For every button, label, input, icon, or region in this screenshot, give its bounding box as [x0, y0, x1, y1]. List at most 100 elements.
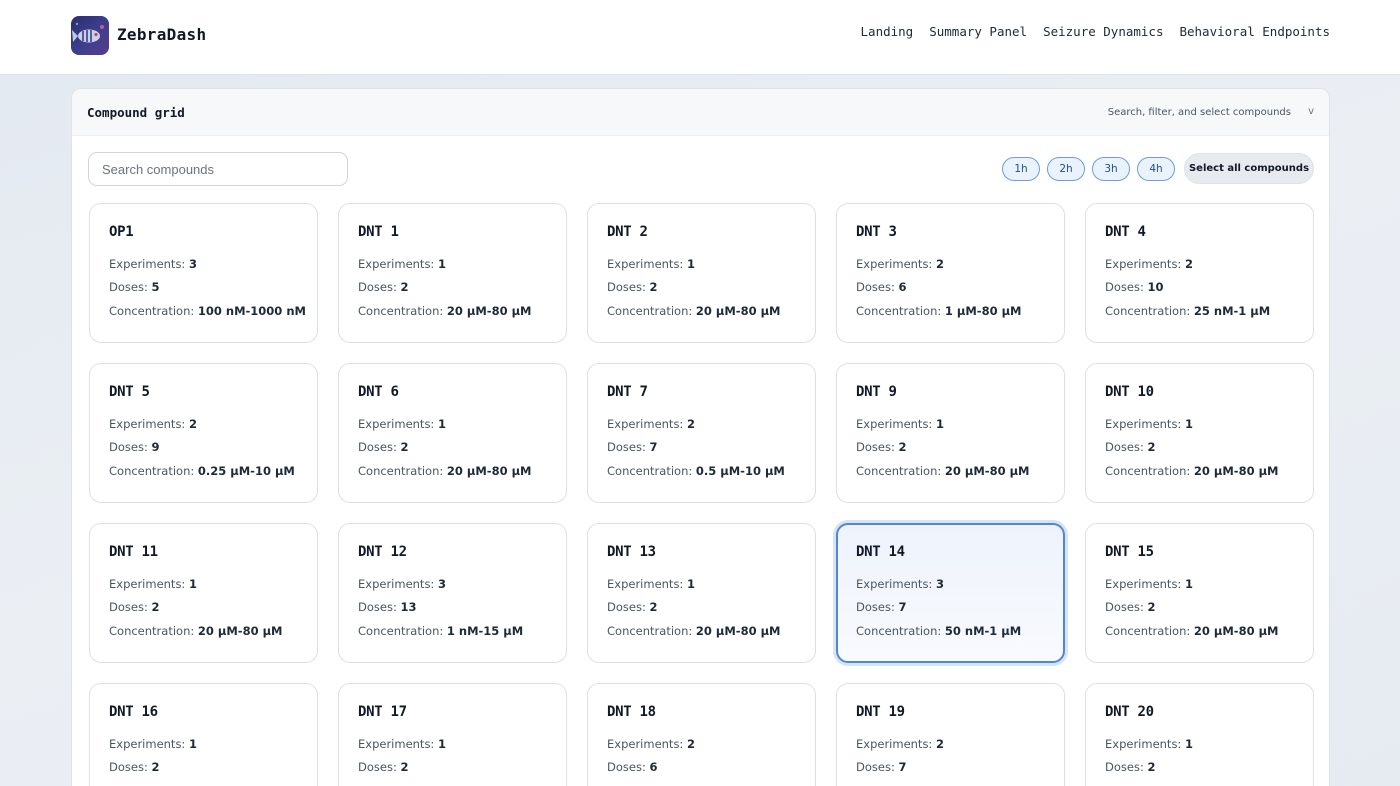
experiments-line: Experiments: 1: [607, 577, 796, 600]
concentration-line: Concentration: 100 nM-1000 nM: [109, 304, 306, 327]
compound-name: OP1: [109, 224, 134, 240]
concentration-label: Concentration:: [109, 463, 195, 478]
doses-value: 2: [400, 760, 409, 775]
doses-label: Doses:: [607, 440, 646, 455]
doses-label: Doses:: [856, 600, 895, 615]
compound-name: DNT 14: [856, 544, 905, 560]
compound-card[interactable]: DNT 9 Experiments: 1 Doses: 2 Concentrat…: [836, 363, 1065, 503]
time-filter-4h[interactable]: 4h: [1137, 157, 1175, 181]
doses-label: Doses:: [358, 600, 397, 615]
nav-link-landing[interactable]: Landing: [861, 24, 914, 39]
compound-card[interactable]: DNT 18 Experiments: 2 Doses: 6: [587, 683, 816, 786]
experiments-label: Experiments:: [607, 577, 684, 591]
experiments-line: Experiments: 1: [358, 417, 547, 440]
doses-label: Doses:: [607, 760, 646, 775]
experiments-value: 2: [1184, 257, 1193, 271]
panel-header[interactable]: Compound grid Search, filter, and select…: [72, 89, 1329, 136]
experiments-label: Experiments:: [856, 577, 933, 591]
concentration-value: 1 nM-15 µM: [446, 623, 524, 638]
experiments-value: 1: [188, 737, 197, 751]
compound-name: DNT 9: [856, 384, 897, 400]
doses-line: Doses: 9: [109, 440, 298, 463]
compound-card[interactable]: DNT 10 Experiments: 1 Doses: 2 Concentra…: [1085, 363, 1314, 503]
doses-label: Doses:: [358, 760, 397, 775]
experiments-value: 1: [437, 417, 446, 431]
nav-link-summary-panel[interactable]: Summary Panel: [929, 24, 1027, 39]
compound-card[interactable]: DNT 17 Experiments: 1 Doses: 2: [338, 683, 567, 786]
concentration-line: Concentration: 20 µM-80 µM: [1105, 624, 1294, 647]
doses-label: Doses:: [1105, 280, 1144, 295]
compound-card[interactable]: DNT 14 Experiments: 3 Doses: 7 Concentra…: [836, 523, 1065, 663]
compound-card[interactable]: DNT 4 Experiments: 2 Doses: 10 Concentra…: [1085, 203, 1314, 343]
compound-card[interactable]: DNT 16 Experiments: 1 Doses: 2: [89, 683, 318, 786]
time-filter-1h[interactable]: 1h: [1002, 157, 1040, 181]
compound-card[interactable]: OP1 Experiments: 3 Doses: 5 Concentratio…: [89, 203, 318, 343]
nav-link-behavioral-endpoints[interactable]: Behavioral Endpoints: [1179, 24, 1330, 39]
doses-line: Doses: 2: [358, 760, 547, 783]
experiments-line: Experiments: 1: [1105, 417, 1294, 440]
concentration-line: Concentration: 50 nM-1 µM: [856, 624, 1045, 647]
experiments-value: 3: [437, 577, 446, 591]
select-all-button[interactable]: Select all compounds: [1184, 153, 1314, 184]
compound-card[interactable]: DNT 12 Experiments: 3 Doses: 13 Concentr…: [338, 523, 567, 663]
concentration-label: Concentration:: [607, 623, 693, 638]
compound-name: DNT 10: [1105, 384, 1154, 400]
compound-card[interactable]: DNT 13 Experiments: 1 Doses: 2 Concentra…: [587, 523, 816, 663]
experiments-line: Experiments: 1: [1105, 737, 1294, 760]
experiments-label: Experiments:: [607, 417, 684, 431]
concentration-value: 1 µM-80 µM: [944, 303, 1022, 318]
experiments-line: Experiments: 1: [358, 737, 547, 760]
compound-card[interactable]: DNT 3 Experiments: 2 Doses: 6 Concentrat…: [836, 203, 1065, 343]
doses-value: 2: [1147, 600, 1156, 615]
time-filter-3h[interactable]: 3h: [1092, 157, 1130, 181]
chevron-down-icon[interactable]: v: [1308, 106, 1314, 117]
compound-card[interactable]: DNT 2 Experiments: 1 Doses: 2 Concentrat…: [587, 203, 816, 343]
concentration-value: 20 µM-80 µM: [695, 623, 781, 638]
compound-card[interactable]: DNT 19 Experiments: 2 Doses: 7: [836, 683, 1065, 786]
doses-value: 13: [400, 600, 417, 615]
experiments-label: Experiments:: [607, 737, 684, 751]
concentration-line: Concentration: 25 nM-1 µM: [1105, 304, 1294, 327]
compound-card[interactable]: DNT 5 Experiments: 2 Doses: 9 Concentrat…: [89, 363, 318, 503]
experiments-line: Experiments: 2: [607, 737, 796, 760]
concentration-value: 20 µM-80 µM: [1193, 463, 1279, 478]
concentration-label: Concentration:: [358, 623, 444, 638]
nav-link-seizure-dynamics[interactable]: Seizure Dynamics: [1043, 24, 1163, 39]
concentration-label: Concentration:: [607, 463, 693, 478]
concentration-line: Concentration: 1 µM-80 µM: [856, 304, 1045, 327]
compound-name: DNT 4: [1105, 224, 1146, 240]
compound-name: DNT 3: [856, 224, 897, 240]
doses-label: Doses:: [109, 600, 148, 615]
concentration-line: Concentration: 20 µM-80 µM: [109, 624, 298, 647]
compound-card[interactable]: DNT 20 Experiments: 1 Doses: 2: [1085, 683, 1314, 786]
doses-label: Doses:: [856, 440, 895, 455]
compound-card[interactable]: DNT 1 Experiments: 1 Doses: 2 Concentrat…: [338, 203, 567, 343]
experiments-value: 1: [1184, 737, 1193, 751]
doses-label: Doses:: [109, 760, 148, 775]
doses-value: 2: [649, 280, 658, 295]
compound-name: DNT 1: [358, 224, 399, 240]
zebrafish-logo-icon[interactable]: [71, 16, 109, 55]
experiments-value: 2: [188, 417, 197, 431]
doses-line: Doses: 2: [607, 280, 796, 303]
compound-card[interactable]: DNT 6 Experiments: 1 Doses: 2 Concentrat…: [338, 363, 567, 503]
compound-card[interactable]: DNT 7 Experiments: 2 Doses: 7 Concentrat…: [587, 363, 816, 503]
doses-value: 2: [151, 600, 160, 615]
compound-name: DNT 2: [607, 224, 648, 240]
doses-value: 6: [898, 280, 907, 295]
time-filter-2h[interactable]: 2h: [1047, 157, 1085, 181]
doses-label: Doses:: [607, 600, 646, 615]
compound-card[interactable]: DNT 11 Experiments: 1 Doses: 2 Concentra…: [89, 523, 318, 663]
doses-line: Doses: 2: [358, 280, 547, 303]
concentration-line: Concentration: 20 µM-80 µM: [856, 464, 1045, 487]
experiments-value: 1: [188, 577, 197, 591]
search-input[interactable]: [88, 152, 348, 186]
main-nav: Landing Summary Panel Seizure Dynamics B…: [861, 24, 1330, 39]
concentration-value: 20 µM-80 µM: [446, 303, 532, 318]
experiments-label: Experiments:: [358, 737, 435, 751]
compound-card[interactable]: DNT 15 Experiments: 1 Doses: 2 Concentra…: [1085, 523, 1314, 663]
experiments-line: Experiments: 1: [109, 737, 298, 760]
doses-line: Doses: 5: [109, 280, 298, 303]
doses-line: Doses: 2: [109, 760, 298, 783]
doses-value: 6: [649, 760, 658, 775]
